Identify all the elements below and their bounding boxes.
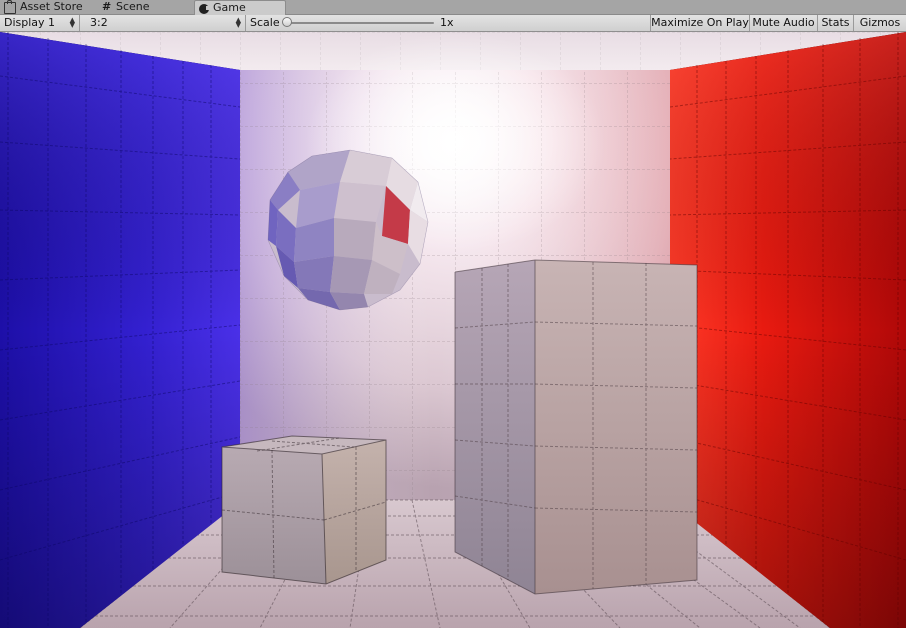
scale-label: Scale bbox=[250, 16, 280, 29]
game-viewport[interactable] bbox=[0, 32, 906, 628]
editor-tab-bar: Asset Store # Scene Game bbox=[0, 0, 906, 15]
tab-scene[interactable]: # Scene bbox=[98, 0, 192, 14]
tall-box bbox=[454, 259, 698, 595]
dropdown-arrows-icon: ▲ ▼ bbox=[235, 16, 241, 29]
display-dropdown-value: Display 1 bbox=[4, 16, 56, 29]
stats-button[interactable]: Stats bbox=[818, 15, 854, 31]
display-dropdown[interactable]: Display 1 ▲ ▼ bbox=[0, 15, 80, 31]
maximize-on-play-button[interactable]: Maximize On Play bbox=[650, 15, 750, 31]
game-view-toolbar: Display 1 ▲ ▼ 3:2 ▲ ▼ Scale 1x Maximize On… bbox=[0, 15, 906, 32]
tab-game-label: Game bbox=[213, 1, 246, 14]
dropdown-arrows-icon: ▲ ▼ bbox=[69, 16, 75, 29]
scene-grid-icon: # bbox=[102, 0, 112, 13]
asset-store-icon bbox=[4, 0, 16, 14]
tab-asset-store[interactable]: Asset Store bbox=[0, 0, 94, 14]
tab-game[interactable]: Game bbox=[194, 0, 286, 15]
game-controller-icon bbox=[199, 3, 210, 14]
mute-audio-button[interactable]: Mute Audio bbox=[750, 15, 818, 31]
gizmos-button[interactable]: Gizmos bbox=[854, 15, 906, 31]
aspect-dropdown-value: 3:2 bbox=[90, 16, 108, 29]
gizmos-label: Gizmos bbox=[859, 16, 901, 29]
scale-value: 1x bbox=[440, 16, 454, 29]
scale-slider-track[interactable] bbox=[288, 22, 434, 24]
small-cube bbox=[221, 435, 387, 585]
tab-scene-label: Scene bbox=[116, 0, 150, 13]
aspect-dropdown[interactable]: 3:2 ▲ ▼ bbox=[86, 15, 246, 31]
tab-asset-store-label: Asset Store bbox=[20, 0, 83, 13]
scale-slider-thumb[interactable] bbox=[282, 17, 292, 27]
